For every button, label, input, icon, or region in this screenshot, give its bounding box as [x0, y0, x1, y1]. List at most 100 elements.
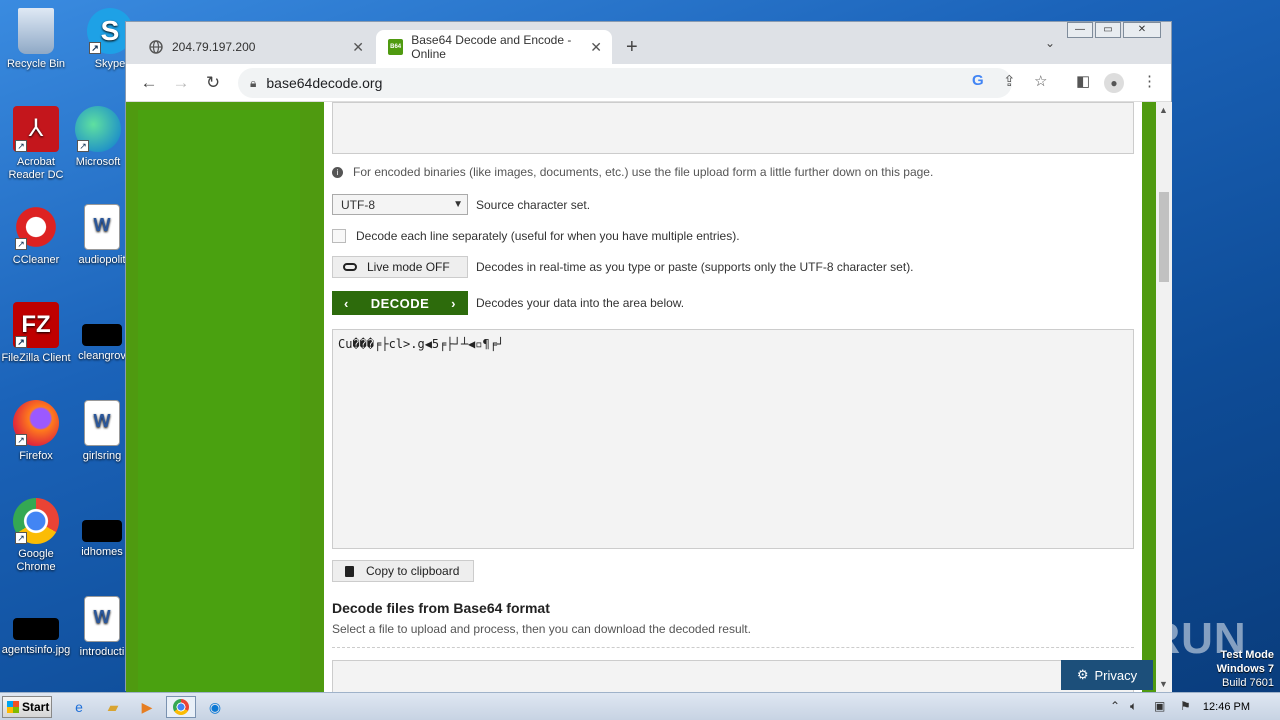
- desktop-icon-ccleaner[interactable]: ↗ CCleaner: [0, 204, 72, 267]
- close-tab-icon[interactable]: ✕: [352, 39, 364, 56]
- privacy-button[interactable]: ⚙ Privacy: [1061, 660, 1153, 690]
- toggle-icon: [343, 263, 357, 271]
- maximize-icon[interactable]: ▭: [1095, 22, 1121, 38]
- desktop-icon-filezilla[interactable]: FZ ↗ FileZilla Client: [0, 302, 72, 365]
- desktop-icon-label: cleangrov: [78, 350, 126, 362]
- explorer-taskbar-icon[interactable]: ▰: [100, 696, 126, 718]
- scrollbar-thumb[interactable]: [1159, 192, 1169, 282]
- back-icon[interactable]: ←: [138, 72, 160, 94]
- decode-button[interactable]: ‹ DECODE ›: [332, 291, 468, 315]
- info-icon: i: [332, 166, 343, 178]
- live-mode-row: Live mode OFF Decodes in real-time as yo…: [332, 256, 914, 278]
- minimize-icon[interactable]: —: [1067, 22, 1093, 38]
- scroll-down-icon[interactable]: ▼: [1159, 679, 1168, 689]
- desktop-icon-edge[interactable]: ↗ Microsoft: [62, 106, 134, 169]
- volume-icon[interactable]: 🔈︎: [1130, 699, 1137, 714]
- desktop-icon-label: idhomes: [81, 546, 123, 558]
- reload-icon[interactable]: ↻: [202, 72, 224, 94]
- tray-expand-icon[interactable]: ⌃: [1110, 699, 1120, 713]
- ccleaner-icon: ↗: [13, 204, 59, 250]
- chevron-right-icon: ›: [451, 295, 456, 311]
- desktop-icon-label: girlsring: [82, 450, 122, 462]
- desktop-icon-firefox[interactable]: ↗ Firefox: [0, 400, 72, 463]
- input-textarea[interactable]: [332, 102, 1134, 154]
- address-bar[interactable]: 🔒︎ base64decode.org: [238, 68, 1012, 98]
- chrome-window: 204.79.197.200 ✕ B64 Base64 Decode and E…: [125, 21, 1172, 692]
- tab-ip[interactable]: 204.79.197.200 ✕: [136, 30, 374, 64]
- test-mode-notice: Test Mode Windows 7 Build 7601: [1217, 648, 1274, 690]
- desktop-icon-label: introducti: [79, 646, 125, 658]
- charset-value: UTF-8: [341, 197, 375, 212]
- recycle-bin-icon: [18, 8, 54, 54]
- lock-icon: 🔒︎: [250, 75, 257, 90]
- blank-file-icon: [82, 324, 122, 346]
- desktop-icon-label: CCleaner: [12, 254, 60, 266]
- page-scrollbar[interactable]: ▲ ▼: [1156, 102, 1172, 692]
- action-center-flag-icon[interactable]: ⚑: [1180, 699, 1191, 713]
- firefox-icon: ↗: [13, 400, 59, 446]
- clock[interactable]: 12:46 PM: [1203, 701, 1250, 713]
- edge-taskbar-icon[interactable]: ◉: [202, 696, 228, 718]
- close-window-icon[interactable]: ✕: [1123, 22, 1161, 38]
- edge-icon: ↗: [75, 106, 121, 152]
- desktop-icon-label: Google Chrome: [16, 548, 56, 573]
- chrome-icon: ↗: [13, 498, 59, 544]
- left-decorative-band: [126, 102, 324, 692]
- copy-to-clipboard-button[interactable]: Copy to clipboard: [332, 560, 474, 582]
- live-mode-label: Live mode OFF: [367, 260, 450, 274]
- profile-avatar-icon[interactable]: ●: [1104, 73, 1124, 93]
- live-mode-desc: Decodes in real-time as you type or past…: [476, 260, 914, 274]
- left-panel: [138, 110, 300, 692]
- new-tab-icon[interactable]: +: [626, 36, 638, 59]
- desktop-icon-agentsinfo[interactable]: agentsinfo.jpg: [0, 596, 72, 657]
- word-doc-icon: W: [84, 204, 120, 250]
- decode-each-line-checkbox[interactable]: [332, 229, 346, 243]
- copy-row: Copy to clipboard: [332, 560, 474, 582]
- os-label: Windows 7: [1216, 663, 1274, 675]
- chrome-taskbar-icon[interactable]: [166, 696, 196, 718]
- desktop-icon-label: Firefox: [19, 450, 53, 462]
- acrobat-icon: ⅄ ↗: [13, 106, 59, 152]
- output-textarea[interactable]: Cu���╒├cl>.g◀5╒├┘┴◀▫¶╒┘: [332, 329, 1134, 549]
- network-icon[interactable]: ▣: [1154, 699, 1165, 713]
- desktop-icon-label: audiopolit: [78, 254, 126, 266]
- start-label: Start: [22, 700, 50, 714]
- chevron-down-icon: ▼: [453, 199, 463, 210]
- live-mode-button[interactable]: Live mode OFF: [332, 256, 468, 278]
- desktop-icon-label: Recycle Bin: [6, 58, 66, 70]
- close-tab-icon[interactable]: ✕: [590, 39, 602, 56]
- privacy-label: Privacy: [1094, 667, 1138, 683]
- start-button[interactable]: Start: [2, 696, 52, 718]
- ie-taskbar-icon[interactable]: e: [66, 696, 92, 718]
- copy-label: Copy to clipboard: [366, 564, 460, 578]
- desktop-icon-label: FileZilla Client: [1, 352, 71, 364]
- share-icon[interactable]: ⇪: [1003, 72, 1016, 90]
- media-player-taskbar-icon[interactable]: ▶: [134, 696, 160, 718]
- windows-logo-icon: [7, 701, 19, 713]
- google-icon[interactable]: G: [972, 72, 984, 89]
- charset-select[interactable]: UTF-8 ▼: [332, 194, 468, 215]
- decode-each-line-label[interactable]: Decode each line separately (useful for …: [356, 229, 740, 243]
- charset-row: UTF-8 ▼ Source character set.: [332, 194, 590, 215]
- right-decorative-band: [1142, 102, 1156, 692]
- binary-info-row: i For encoded binaries (like images, doc…: [332, 165, 933, 179]
- chevron-left-icon: ‹: [344, 295, 349, 311]
- divider: [332, 647, 1134, 648]
- menu-kebab-icon[interactable]: ⋮: [1142, 72, 1157, 90]
- url-text: base64decode.org: [266, 75, 383, 91]
- desktop-icon-label: Skype: [94, 58, 126, 70]
- forward-icon[interactable]: →: [170, 72, 192, 94]
- decode-lines-row: Decode each line separately (useful for …: [332, 229, 740, 243]
- desktop-icon-recycle-bin[interactable]: Recycle Bin: [0, 8, 72, 71]
- decode-row: ‹ DECODE › Decodes your data into the ar…: [332, 291, 684, 315]
- desktop-icon-label: Acrobat Reader DC: [8, 156, 64, 181]
- scroll-up-icon[interactable]: ▲: [1159, 105, 1168, 115]
- tab-search-chevron-icon[interactable]: ⌄: [1045, 36, 1055, 50]
- desktop-icon-label: Microsoft: [75, 156, 121, 168]
- bookmark-star-icon[interactable]: ☆: [1034, 72, 1047, 90]
- desktop-icon-chrome[interactable]: ↗ Google Chrome: [0, 498, 72, 574]
- side-panel-icon[interactable]: ◧: [1076, 72, 1090, 90]
- file-upload-area[interactable]: [332, 660, 1134, 692]
- tab-base64[interactable]: B64 Base64 Decode and Encode - Online ✕: [376, 30, 612, 64]
- build-label: Build 7601: [1222, 677, 1274, 689]
